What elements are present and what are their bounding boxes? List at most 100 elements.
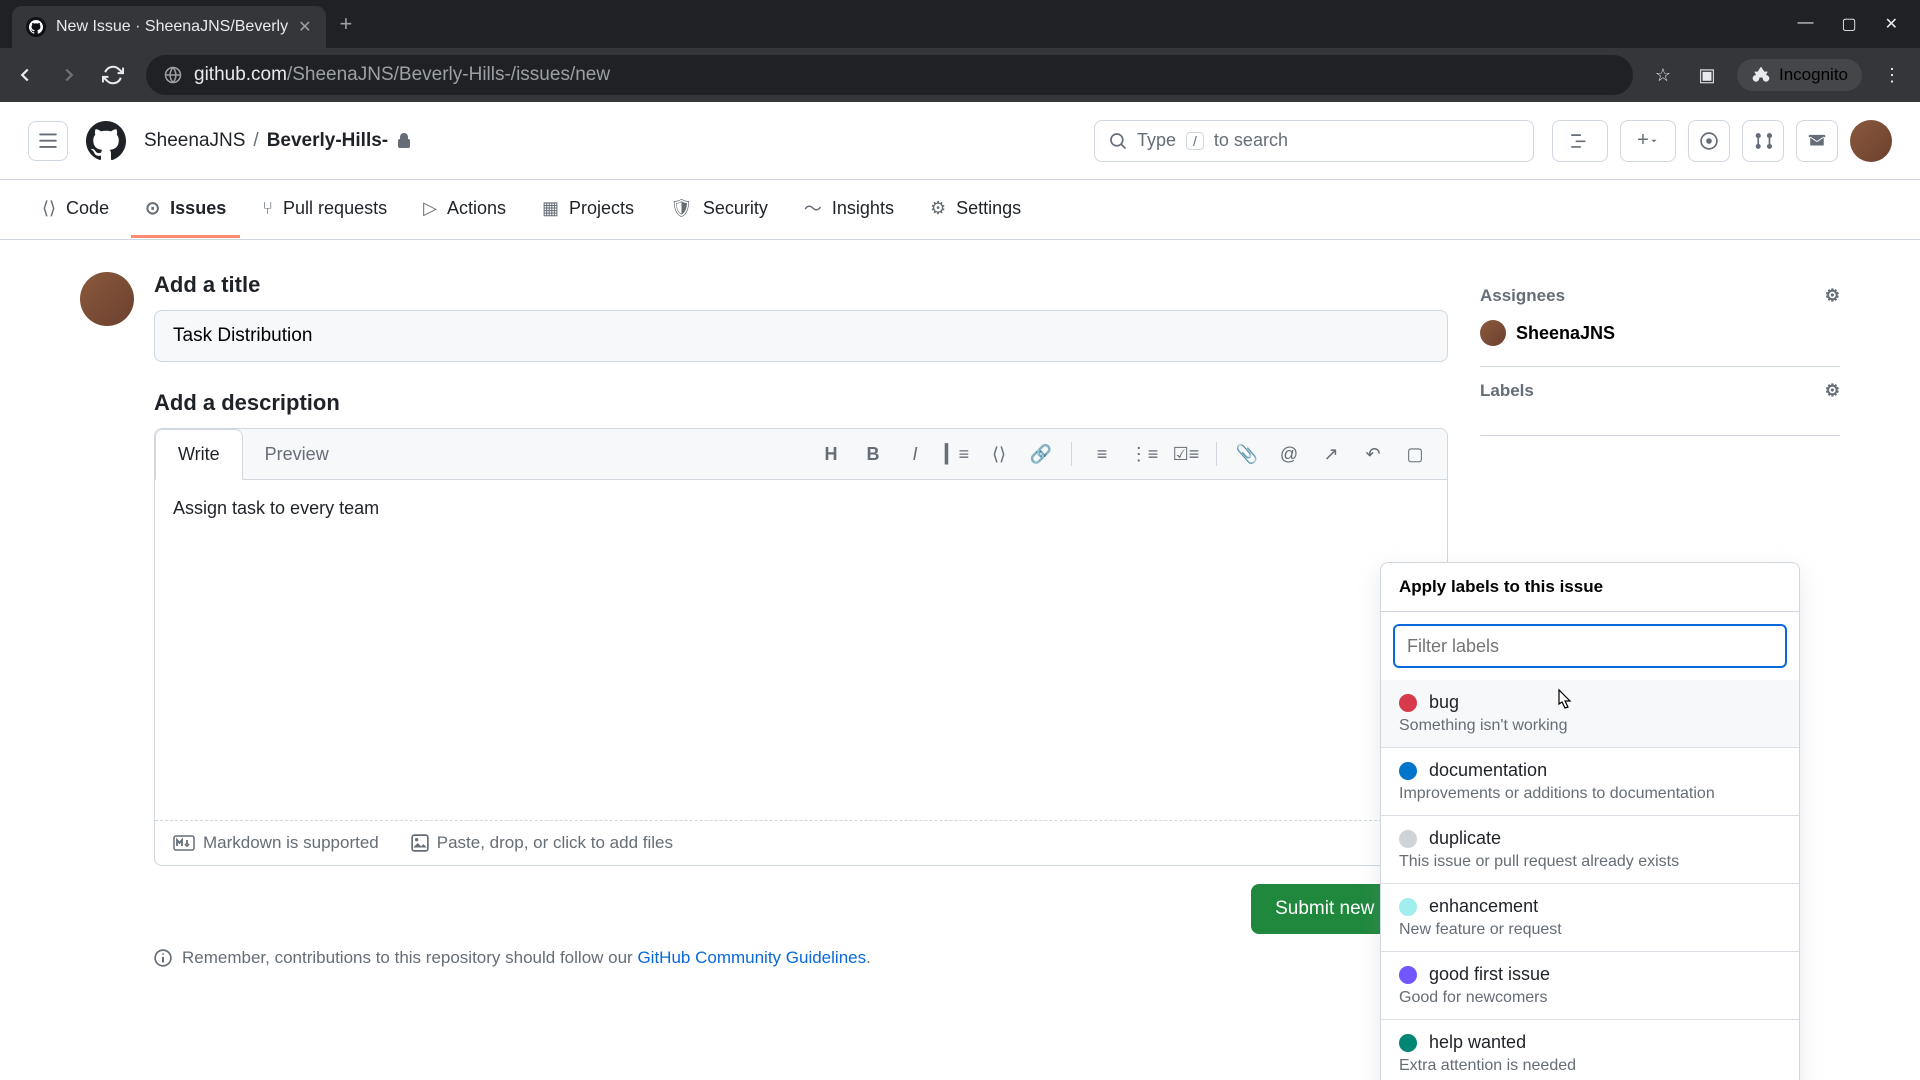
browser-tab[interactable]: New Issue · SheenaJNS/Beverly ✕	[12, 6, 326, 48]
quote-icon[interactable]: ▎≡	[939, 436, 975, 472]
label-name: bug	[1429, 692, 1459, 713]
guidelines-link[interactable]: GitHub Community Guidelines	[637, 948, 866, 967]
markdown-icon	[173, 835, 195, 851]
author-avatar	[80, 272, 134, 326]
markdown-hint[interactable]: Markdown is supported	[173, 833, 379, 853]
title-label: Add a title	[154, 272, 1448, 298]
hamburger-button[interactable]	[28, 121, 68, 161]
attach-icon[interactable]: 📎	[1229, 436, 1265, 472]
popover-title: Apply labels to this issue	[1381, 563, 1799, 612]
info-icon	[154, 949, 172, 967]
editor-tabs: Write Preview H B I ▎≡ ⟨⟩ 🔗 ≡ ⋮≡	[155, 429, 1447, 480]
close-window-icon[interactable]: ✕	[1885, 14, 1898, 34]
repo-nav: ⟨⟩Code ⊙Issues ⑂Pull requests ▷Actions ▦…	[0, 180, 1920, 240]
assignees-gear-icon[interactable]: ⚙	[1825, 286, 1840, 306]
github-header: SheenaJNS / Beverly-Hills- Type / to sea…	[0, 102, 1920, 180]
command-palette-button[interactable]	[1552, 120, 1608, 162]
task-list-icon[interactable]: ☑≡	[1168, 436, 1204, 472]
label-desc: Extra attention is needed	[1399, 1057, 1781, 1075]
bold-icon[interactable]: B	[855, 436, 891, 472]
repo-link[interactable]: Beverly-Hills-	[267, 130, 388, 152]
main-form: Add a title Add a description Write Prev…	[80, 272, 1448, 968]
site-info-icon	[164, 66, 182, 84]
label-color-dot	[1399, 694, 1417, 712]
code-icon[interactable]: ⟨⟩	[981, 436, 1017, 472]
editor-toolbar: H B I ▎≡ ⟨⟩ 🔗 ≡ ⋮≡ ☑≡ 📎 @	[813, 436, 1447, 472]
label-desc: Improvements or additions to documentati…	[1399, 785, 1781, 803]
nav-issues[interactable]: ⊙Issues	[131, 182, 240, 238]
label-desc: Something isn't working	[1399, 717, 1781, 735]
bookmark-icon[interactable]: ☆	[1649, 65, 1677, 86]
assignee-item[interactable]: SheenaJNS	[1480, 320, 1840, 346]
owner-link[interactable]: SheenaJNS	[144, 130, 245, 152]
tab-bar: New Issue · SheenaJNS/Beverly ✕ + ― ▢ ✕	[0, 0, 1920, 48]
nav-pulls[interactable]: ⑂Pull requests	[248, 182, 401, 238]
labels-section: Labels ⚙	[1480, 367, 1840, 436]
assignees-label: Assignees	[1480, 286, 1565, 306]
back-button[interactable]	[14, 64, 42, 86]
forward-button[interactable]	[58, 64, 86, 86]
title-input[interactable]	[154, 310, 1448, 362]
label-option-enhancement[interactable]: enhancement New feature or request	[1381, 884, 1799, 952]
mention-icon[interactable]: @	[1271, 436, 1307, 472]
tab-write[interactable]: Write	[155, 429, 243, 480]
labels-label: Labels	[1480, 381, 1534, 401]
github-logo-icon[interactable]	[86, 121, 126, 161]
label-option-help-wanted[interactable]: help wantedExtra attention is needed	[1381, 1020, 1799, 1080]
bullet-list-icon[interactable]: ⋮≡	[1126, 436, 1162, 472]
nav-actions[interactable]: ▷Actions	[409, 182, 520, 238]
label-list[interactable]: bug Something isn't working documentationI…	[1381, 680, 1799, 1080]
nav-bar: github.com/SheenaJNS/Beverly-Hills-/issu…	[0, 48, 1920, 102]
link-icon[interactable]: 🔗	[1023, 436, 1059, 472]
nav-settings[interactable]: ⚙Settings	[916, 182, 1035, 238]
label-option-bug[interactable]: bug Something isn't working	[1381, 680, 1799, 748]
new-tab-button[interactable]: +	[340, 11, 353, 37]
search-placeholder: Type	[1137, 130, 1176, 151]
label-option-good-first-issue[interactable]: good first issueGood for newcomers	[1381, 952, 1799, 1020]
pull-requests-button[interactable]	[1742, 120, 1784, 162]
toolbar-sep	[1071, 442, 1072, 466]
nav-security[interactable]: 🛡Security	[656, 182, 782, 238]
numbered-list-icon[interactable]: ≡	[1084, 436, 1120, 472]
labels-gear-icon[interactable]: ⚙	[1825, 381, 1840, 401]
label-option-documentation[interactable]: documentationImprovements or additions t…	[1381, 748, 1799, 816]
filter-labels-input[interactable]	[1393, 624, 1787, 668]
notifications-button[interactable]	[1796, 120, 1838, 162]
nav-code[interactable]: ⟨⟩Code	[28, 182, 123, 238]
menu-icon[interactable]: ⋮	[1878, 65, 1906, 86]
window-controls: ― ▢ ✕	[1797, 14, 1920, 34]
slash-icon[interactable]: ▢	[1397, 436, 1433, 472]
guidelines-text: Remember, contributions to this reposito…	[154, 948, 1448, 968]
nav-projects[interactable]: ▦Projects	[528, 182, 648, 238]
reload-button[interactable]	[102, 64, 130, 86]
labels-popover: Apply labels to this issue bug Something …	[1380, 562, 1800, 1080]
header-actions: +	[1552, 120, 1892, 162]
tab-close-icon[interactable]: ✕	[298, 17, 311, 37]
heading-icon[interactable]: H	[813, 436, 849, 472]
maximize-icon[interactable]: ▢	[1841, 14, 1856, 34]
issues-button[interactable]	[1688, 120, 1730, 162]
label-desc: New feature or request	[1399, 921, 1781, 939]
reply-icon[interactable]: ↶	[1355, 436, 1391, 472]
minimize-icon[interactable]: ―	[1797, 14, 1813, 34]
browser-chrome: New Issue · SheenaJNS/Beverly ✕ + ― ▢ ✕ …	[0, 0, 1920, 102]
search-bar[interactable]: Type / to search	[1094, 120, 1534, 162]
label-option-duplicate[interactable]: duplicateThis issue or pull request alre…	[1381, 816, 1799, 884]
description-textarea[interactable]: Assign task to every team	[155, 480, 1447, 820]
nav-insights[interactable]: 〜Insights	[790, 182, 908, 238]
assignees-section: Assignees ⚙ SheenaJNS	[1480, 272, 1840, 367]
panel-icon[interactable]: ▣	[1693, 65, 1721, 86]
italic-icon[interactable]: I	[897, 436, 933, 472]
address-bar[interactable]: github.com/SheenaJNS/Beverly-Hills-/issu…	[146, 55, 1633, 95]
attach-hint[interactable]: Paste, drop, or click to add files	[411, 833, 673, 853]
create-new-button[interactable]: +	[1620, 120, 1676, 162]
reference-icon[interactable]: ↗	[1313, 436, 1349, 472]
tab-preview[interactable]: Preview	[243, 430, 351, 479]
lock-icon	[396, 133, 412, 149]
incognito-badge[interactable]: Incognito	[1737, 59, 1862, 91]
github-favicon	[26, 17, 46, 37]
user-avatar[interactable]	[1850, 120, 1892, 162]
label-name: enhancement	[1429, 896, 1538, 917]
editor: Write Preview H B I ▎≡ ⟨⟩ 🔗 ≡ ⋮≡	[154, 428, 1448, 866]
url-text: github.com/SheenaJNS/Beverly-Hills-/issu…	[194, 64, 610, 86]
